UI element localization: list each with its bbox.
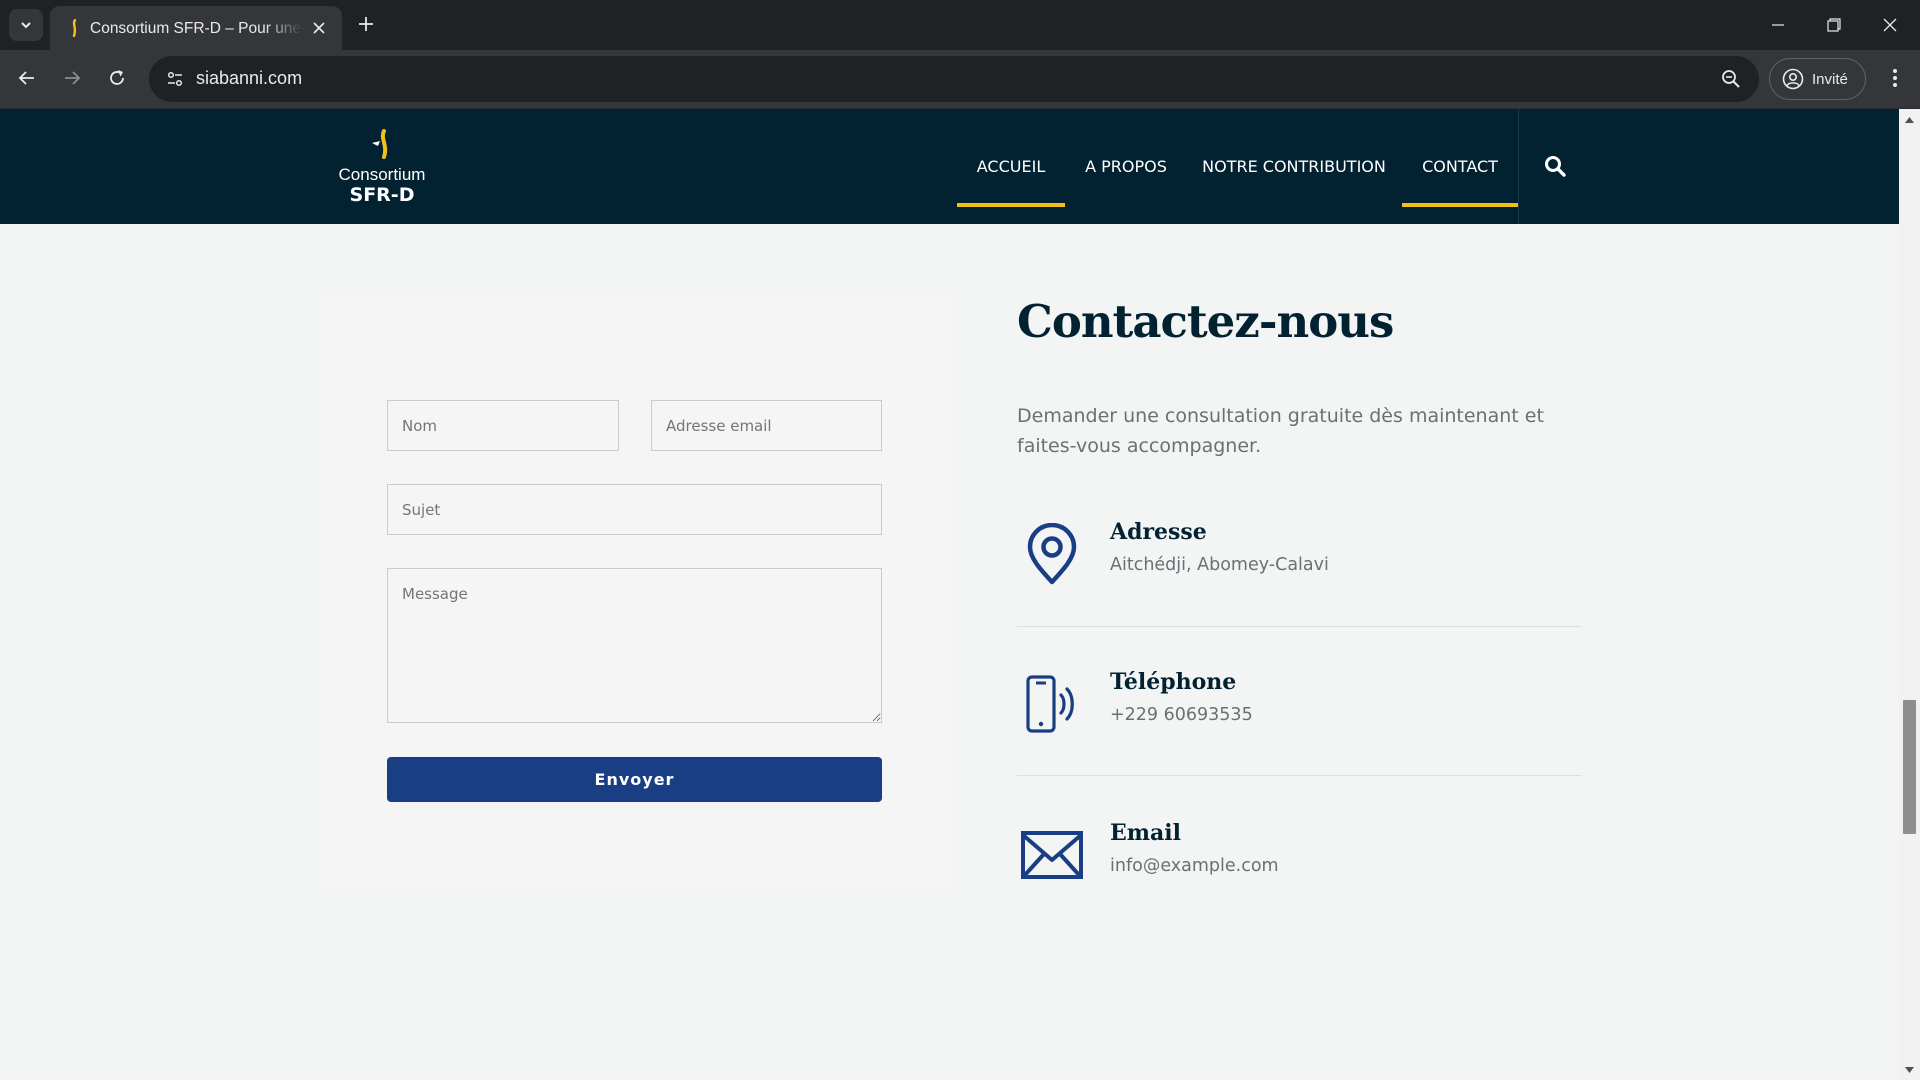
page-scrollbar[interactable] — [1899, 109, 1920, 1080]
tab-title: Consortium SFR-D – Pour une é — [90, 20, 302, 37]
tab-close-icon[interactable] — [308, 17, 330, 39]
profile-label: Invité — [1812, 70, 1848, 88]
nav-label: ACCUEIL — [976, 157, 1046, 176]
nav-active-underline — [957, 203, 1065, 207]
name-field[interactable] — [387, 400, 619, 451]
nav-item-a-propos[interactable]: A PROPOS — [1075, 109, 1177, 224]
browser-toolbar: siabanni.com Invité — [0, 50, 1920, 109]
address-bar[interactable]: siabanni.com — [149, 56, 1759, 102]
close-window-icon[interactable] — [1862, 0, 1918, 50]
contact-item-phone: Téléphone +229 60693535 — [1017, 669, 1581, 809]
browser-tab-active[interactable]: Consortium SFR-D – Pour une é — [50, 6, 342, 50]
back-arrow-icon[interactable] — [11, 62, 43, 94]
logo-text-line1: Consortium — [338, 165, 426, 184]
email-field[interactable] — [651, 400, 882, 451]
envelope-icon — [1017, 820, 1087, 890]
scroll-down-arrow-icon[interactable] — [1899, 1061, 1920, 1078]
new-tab-plus-icon[interactable] — [353, 11, 379, 37]
contact-item-value: info@example.com — [1110, 856, 1279, 876]
phone-icon — [1017, 669, 1087, 739]
logo-text-line2: SFR-D — [349, 184, 415, 206]
restore-icon[interactable] — [1806, 0, 1862, 50]
divider — [1017, 775, 1581, 776]
scroll-up-arrow-icon[interactable] — [1899, 111, 1920, 128]
nav-active-underline — [1402, 203, 1518, 207]
nav-divider — [1518, 109, 1519, 224]
nav-label: CONTACT — [1422, 157, 1498, 176]
nav-label: A PROPOS — [1085, 157, 1167, 176]
site-favicon-icon — [72, 19, 77, 37]
contact-item-value: Aitchédji, Abomey-Calavi — [1110, 555, 1329, 575]
subject-field[interactable] — [387, 484, 882, 535]
zoom-icon[interactable] — [1717, 65, 1745, 93]
url-text[interactable]: siabanni.com — [196, 68, 302, 89]
page-title: Contactez-nous — [1017, 295, 1394, 348]
search-icon[interactable] — [1540, 151, 1570, 181]
message-field[interactable] — [387, 568, 882, 723]
kebab-menu-icon[interactable] — [1880, 62, 1910, 94]
map-pin-icon — [1017, 519, 1087, 589]
nav-item-accueil[interactable]: ACCUEIL — [957, 109, 1065, 224]
site-logo[interactable]: Consortium SFR-D — [336, 127, 428, 207]
contact-item-email: Email info@example.com — [1017, 820, 1581, 960]
logo-mark-icon — [372, 129, 388, 159]
contact-form: Envoyer — [319, 299, 949, 884]
send-button[interactable]: Envoyer — [387, 757, 882, 802]
profile-button[interactable]: Invité — [1769, 58, 1866, 100]
reload-icon[interactable] — [101, 62, 133, 94]
site-header: Consortium SFR-D ACCUEIL A PROPOS NOTRE … — [0, 109, 1899, 224]
contact-item-label: Email — [1110, 820, 1182, 846]
browser-tabstrip: Consortium SFR-D – Pour une é — [0, 0, 1920, 50]
contact-item-address: Adresse Aitchédji, Abomey-Calavi — [1017, 519, 1581, 659]
contact-item-label: Téléphone — [1110, 669, 1237, 695]
divider — [1017, 626, 1581, 627]
site-info-icon[interactable] — [161, 65, 189, 93]
nav-item-contact[interactable]: CONTACT — [1402, 109, 1518, 224]
page-viewport: Consortium SFR-D ACCUEIL A PROPOS NOTRE … — [0, 109, 1899, 1080]
scrollbar-thumb[interactable] — [1903, 700, 1916, 834]
profile-avatar-icon — [1782, 68, 1804, 90]
nav-label: NOTRE CONTRIBUTION — [1202, 157, 1386, 176]
contact-item-value: +229 60693535 — [1110, 705, 1253, 725]
contact-item-label: Adresse — [1110, 519, 1207, 545]
contact-intro-text: Demander une consultation gratuite dès m… — [1017, 405, 1544, 457]
forward-arrow-icon[interactable] — [56, 62, 88, 94]
minimize-icon[interactable] — [1750, 0, 1806, 50]
tab-list-button[interactable] — [9, 9, 43, 41]
nav-item-notre-contribution[interactable]: NOTRE CONTRIBUTION — [1199, 109, 1389, 224]
chevron-down-icon — [21, 22, 31, 29]
